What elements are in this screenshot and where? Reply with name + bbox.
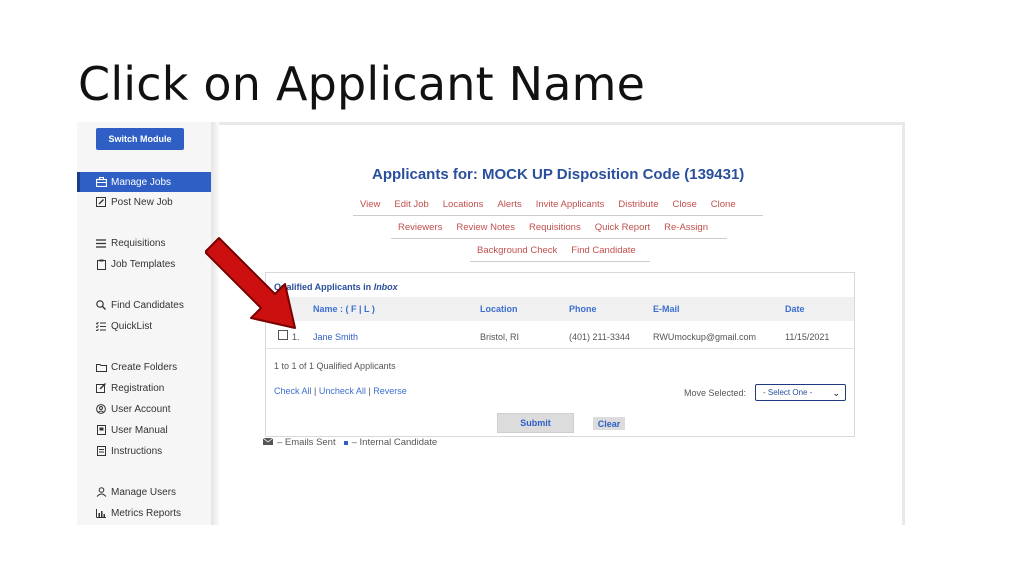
sidebar-item-label: Manage Users — [111, 486, 177, 498]
sidebar-item-requisitions[interactable]: Requisitions — [77, 233, 211, 253]
sidebar-item-label: Requisitions — [111, 237, 166, 249]
job-tabs-row-3: Background Check Find Candidate — [470, 245, 643, 256]
applicant-name-link[interactable]: Jane Smith — [313, 332, 358, 342]
tab-clone[interactable]: Clone — [704, 199, 743, 210]
checklist-icon — [95, 320, 107, 332]
slide-title: Click on Applicant Name — [78, 57, 646, 111]
page-title: Applicants for: MOCK UP Disposition Code… — [372, 166, 745, 183]
table-row: 1. Jane Smith Bristol, RI (401) 211-3344… — [266, 325, 854, 349]
tab-edit-job[interactable]: Edit Job — [387, 199, 435, 210]
move-selected-label: Move Selected: — [684, 388, 747, 398]
sidebar-item-manage-users[interactable]: Manage Users — [77, 482, 211, 502]
column-email: E-Mail — [653, 304, 680, 314]
users-icon — [95, 486, 107, 498]
sidebar-item-metrics-reports[interactable]: Metrics Reports — [77, 503, 211, 523]
bar-chart-icon — [95, 507, 107, 519]
tab-divider — [470, 261, 650, 262]
legend-internal-candidate: – Internal Candidate — [351, 437, 438, 448]
tab-alerts[interactable]: Alerts — [490, 199, 528, 210]
document-icon — [95, 445, 107, 457]
sidebar-item-label: QuickList — [111, 320, 153, 332]
applicant-location: Bristol, RI — [480, 332, 520, 342]
folder-name: Inbox — [373, 282, 398, 292]
sidebar-item-registration[interactable]: Registration — [77, 378, 211, 398]
selection-links: Check All | Uncheck All | Reverse — [274, 386, 407, 396]
search-icon — [95, 299, 107, 311]
sidebar-item-job-templates[interactable]: Job Templates — [77, 254, 211, 274]
dropdown-value: - Select One - — [763, 388, 813, 397]
sidebar-item-label: Job Templates — [111, 258, 176, 270]
job-tabs-row-2: Reviewers Review Notes Requisitions Quic… — [391, 222, 715, 233]
applicant-date: 11/15/2021 — [785, 332, 830, 342]
tab-close[interactable]: Close — [666, 199, 704, 210]
sidebar-item-quicklist[interactable]: QuickList — [77, 316, 211, 336]
sidebar-item-label: Post New Job — [111, 196, 173, 208]
app-screenshot: Switch Module Manage Jobs Post New Job R… — [77, 122, 905, 525]
folder-icon — [95, 361, 107, 373]
tab-requisitions[interactable]: Requisitions — [522, 222, 588, 233]
column-name[interactable]: Name : ( F | L ) — [313, 304, 375, 314]
applicants-panel: Qualified Applicants in Inbox Name : ( F… — [265, 272, 855, 437]
table-header: Name : ( F | L ) Location Phone E-Mail D… — [266, 297, 854, 321]
envelope-icon — [262, 437, 274, 448]
sidebar-item-manage-jobs[interactable]: Manage Jobs — [77, 172, 211, 192]
tab-quick-report[interactable]: Quick Report — [588, 222, 657, 233]
column-phone: Phone — [569, 304, 597, 314]
uncheck-all-link[interactable]: Uncheck All — [319, 386, 366, 396]
submit-button[interactable]: Submit — [497, 413, 574, 433]
switch-module-button[interactable]: Switch Module — [96, 128, 184, 150]
tab-background-check[interactable]: Background Check — [470, 245, 564, 256]
edit-icon — [95, 196, 107, 208]
sidebar-item-label: Metrics Reports — [111, 507, 182, 519]
sidebar-item-label: Registration — [111, 382, 165, 394]
column-date: Date — [785, 304, 805, 314]
red-arrow-pointer — [205, 237, 296, 329]
tab-invite-applicants[interactable]: Invite Applicants — [529, 199, 612, 210]
tab-divider — [353, 215, 763, 216]
legend: – Emails Sent – Internal Candidate — [262, 437, 438, 448]
sidebar-item-user-manual[interactable]: User Manual — [77, 420, 211, 440]
move-selected-dropdown[interactable]: - Select One - ⌄ — [755, 384, 846, 401]
sidebar-item-label: Find Candidates — [111, 299, 184, 311]
sidebar-item-create-folders[interactable]: Create Folders — [77, 357, 211, 377]
clear-button[interactable]: Clear — [593, 417, 625, 430]
sidebar-item-post-new-job[interactable]: Post New Job — [77, 192, 211, 212]
tab-locations[interactable]: Locations — [436, 199, 491, 210]
book-icon — [95, 424, 107, 436]
legend-emails-sent: – Emails Sent — [277, 437, 336, 448]
applicant-email: RWUmockup@gmail.com — [653, 332, 756, 342]
tab-divider — [391, 238, 727, 239]
user-circle-icon — [95, 403, 107, 415]
applicant-phone: (401) 211-3344 — [569, 332, 630, 342]
check-all-link[interactable]: Check All — [274, 386, 312, 396]
internal-candidate-marker — [343, 440, 348, 445]
sidebar-item-label: Manage Jobs — [111, 176, 172, 188]
tab-reviewers[interactable]: Reviewers — [391, 222, 449, 233]
sidebar-item-user-account[interactable]: User Account — [77, 399, 211, 419]
tab-distribute[interactable]: Distribute — [611, 199, 665, 210]
sidebar: Switch Module Manage Jobs Post New Job R… — [77, 122, 211, 525]
sidebar-item-label: User Account — [111, 403, 171, 415]
tab-view[interactable]: View — [353, 199, 387, 210]
sidebar-item-label: Instructions — [111, 445, 163, 457]
result-count: 1 to 1 of 1 Qualified Applicants — [274, 361, 396, 371]
clipboard-icon — [95, 258, 107, 270]
sidebar-item-label: Create Folders — [111, 361, 178, 373]
reverse-link[interactable]: Reverse — [373, 386, 407, 396]
column-location: Location — [480, 304, 518, 314]
edit-icon — [95, 382, 107, 394]
tab-review-notes[interactable]: Review Notes — [449, 222, 522, 233]
chevron-down-icon: ⌄ — [832, 388, 840, 398]
list-icon — [95, 237, 107, 249]
sidebar-item-label: User Manual — [111, 424, 168, 436]
job-tabs-row-1: View Edit Job Locations Alerts Invite Ap… — [353, 199, 743, 210]
sidebar-item-instructions[interactable]: Instructions — [77, 441, 211, 461]
tab-find-candidate[interactable]: Find Candidate — [564, 245, 642, 256]
tab-re-assign[interactable]: Re-Assign — [657, 222, 715, 233]
briefcase-icon — [95, 176, 107, 188]
sidebar-item-find-candidates[interactable]: Find Candidates — [77, 295, 211, 315]
